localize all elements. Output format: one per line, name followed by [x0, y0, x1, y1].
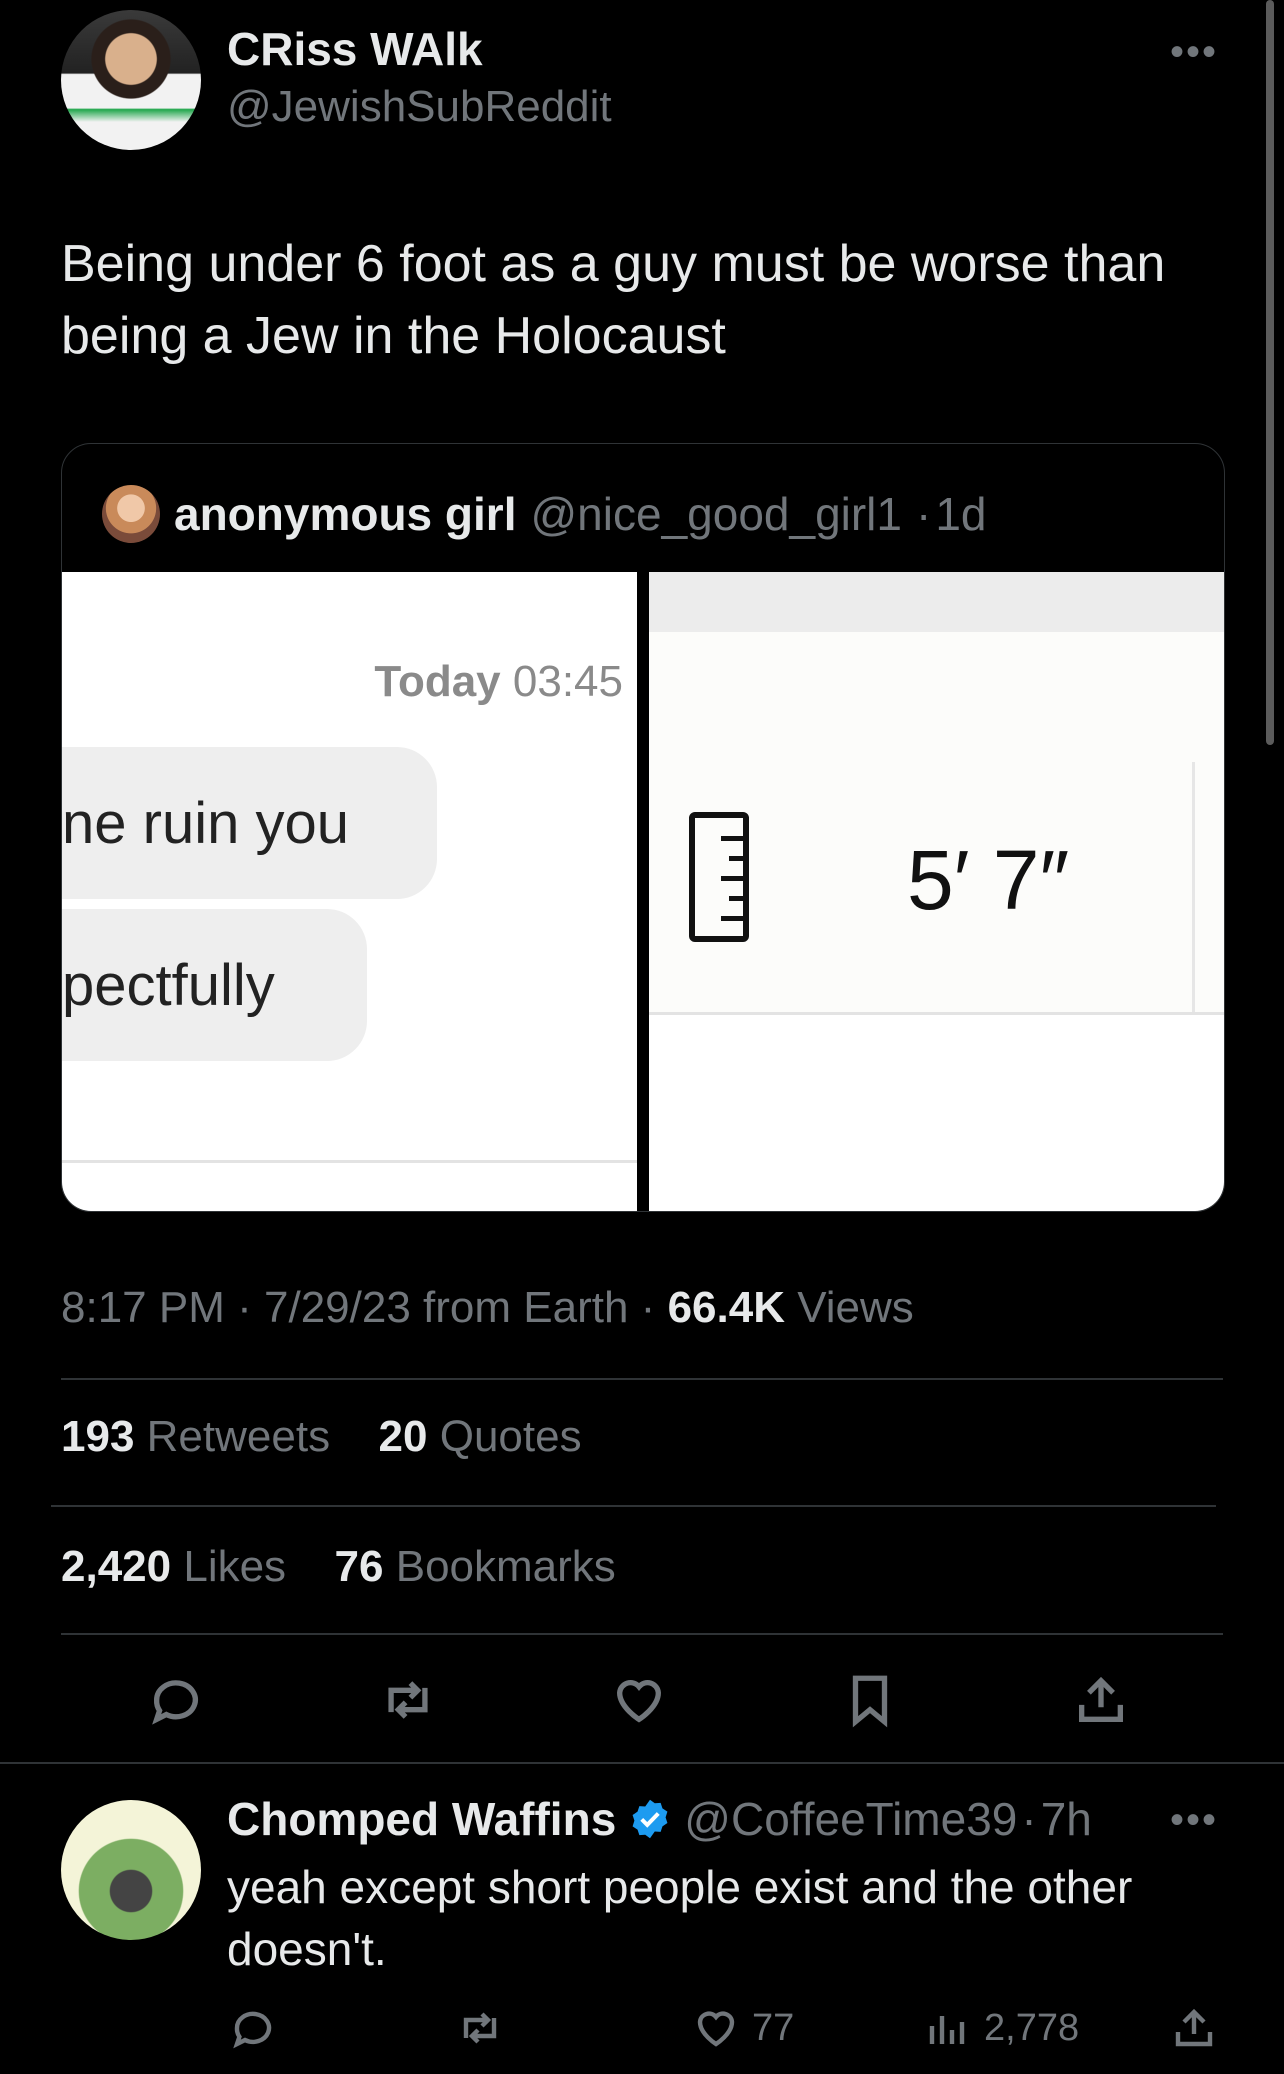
chat-bubble-text: pectfully: [62, 952, 275, 1018]
reply-reply-button[interactable]: [229, 2000, 277, 2056]
views-label[interactable]: Views: [797, 1283, 914, 1332]
reply-author-name[interactable]: Chomped Waffins: [227, 1792, 616, 1846]
chat-timestamp: Today 03:45: [374, 657, 623, 707]
divider: [62, 1160, 637, 1163]
chat-day: Today: [374, 657, 501, 706]
divider: [61, 1378, 1223, 1380]
quoted-author-avatar[interactable]: [102, 485, 160, 543]
chat-time: 03:45: [512, 657, 623, 706]
quotes-count[interactable]: 20: [379, 1412, 428, 1461]
divider: [649, 1012, 1224, 1015]
reply-icon: [152, 1680, 198, 1725]
reply-more-options-icon[interactable]: •••: [1170, 1798, 1218, 1843]
chat-bubble: pectfully: [62, 909, 367, 1061]
author-display-name[interactable]: CRiss WAlk: [227, 22, 483, 76]
reply-author-handle[interactable]: @CoffeeTime39: [684, 1792, 1017, 1846]
tweet-time: 8:17 PM: [61, 1283, 225, 1332]
like-icon: [697, 2011, 735, 2047]
share-icon: [1079, 1676, 1123, 1722]
divider: [51, 1505, 1216, 1507]
reply-author-avatar[interactable]: [61, 1800, 201, 1940]
reply-views-count: 2,778: [984, 2006, 1080, 2049]
bookmarks-count[interactable]: 76: [335, 1542, 384, 1591]
tweet-source: from Earth: [423, 1283, 629, 1332]
chat-bubble-text: ne ruin you: [62, 790, 349, 856]
reply-icon: [233, 2011, 272, 2049]
divider: [1192, 762, 1195, 1012]
retweet-icon: [463, 2012, 497, 2044]
likes-label[interactable]: Likes: [183, 1542, 286, 1591]
like-icon: [617, 1680, 661, 1723]
retweets-count[interactable]: 193: [61, 1412, 134, 1461]
retweet-button[interactable]: [378, 1670, 438, 1730]
quoted-tweet-card[interactable]: anonymous girl @nice_good_girl1 · 1d Tod…: [61, 443, 1225, 1212]
bookmark-button[interactable]: [840, 1670, 900, 1730]
views-count[interactable]: 66.4K: [668, 1283, 785, 1332]
retweets-label[interactable]: Retweets: [147, 1412, 330, 1461]
quoted-tweet-header: anonymous girl @nice_good_girl1 · 1d: [102, 484, 987, 544]
scrollbar[interactable]: [1266, 0, 1274, 745]
reply-share-button[interactable]: [1170, 2000, 1218, 2056]
reply-button[interactable]: [146, 1670, 206, 1730]
separator: ·: [237, 1283, 264, 1332]
quotes-label[interactable]: Quotes: [440, 1412, 582, 1461]
views-icon: [929, 2016, 965, 2044]
retweet-icon: [388, 1681, 428, 1719]
bookmark-icon: [852, 1675, 888, 1728]
tweet-date: 7/29/23: [264, 1283, 411, 1332]
reply-header: Chomped Waffins @CoffeeTime39 · 7h: [227, 1792, 1092, 1846]
ruler-icon: [689, 812, 749, 942]
tweet-text: Being under 6 foot as a guy must be wors…: [61, 235, 1166, 365]
quoted-image-chat[interactable]: Today 03:45 ne ruin you pectfully: [62, 572, 637, 1211]
quoted-separator: ·: [916, 488, 932, 540]
chat-bubble: ne ruin you: [62, 747, 437, 899]
bookmarks-label[interactable]: Bookmarks: [396, 1542, 616, 1591]
likes-count[interactable]: 2,420: [61, 1542, 171, 1591]
like-button[interactable]: [609, 1670, 669, 1730]
quoted-timestamp: 1d: [935, 488, 987, 540]
height-field: 5′ 7″: [649, 632, 1224, 1012]
like-bookmark-stats: 2,420 Likes 76 Bookmarks: [61, 1542, 616, 1592]
more-options-icon[interactable]: •••: [1170, 30, 1218, 75]
reply-like-button[interactable]: 77: [692, 2000, 794, 2056]
separator: ·: [1021, 1793, 1037, 1845]
share-button[interactable]: [1071, 1670, 1131, 1730]
quoted-image-height[interactable]: 5′ 7″: [649, 572, 1224, 1211]
divider: [0, 1762, 1284, 1764]
reply-like-count: 77: [752, 2006, 795, 2049]
separator: ·: [640, 1283, 668, 1332]
reply-views-button[interactable]: 2,778: [924, 2000, 1079, 2056]
reply-text: yeah except short people exist and the o…: [227, 1861, 1133, 1975]
divider: [61, 1633, 1223, 1635]
header-strip: [649, 572, 1224, 632]
reply-retweet-button[interactable]: [456, 2000, 504, 2056]
quoted-author-handle[interactable]: @nice_good_girl1: [530, 487, 902, 541]
share-icon: [1175, 2008, 1213, 2047]
author-handle[interactable]: @JewishSubReddit: [227, 82, 612, 132]
image-gap: [637, 572, 649, 1211]
verified-badge-icon[interactable]: [628, 1797, 672, 1841]
reply-timestamp: 7h: [1040, 1793, 1092, 1845]
quoted-author-name[interactable]: anonymous girl: [174, 487, 516, 541]
tweet-meta: 8:17 PM · 7/29/23 from Earth · 66.4K Vie…: [61, 1283, 914, 1333]
height-value: 5′ 7″: [907, 833, 1070, 927]
retweet-quote-stats: 193 Retweets 20 Quotes: [61, 1412, 582, 1462]
author-avatar[interactable]: [61, 10, 201, 150]
